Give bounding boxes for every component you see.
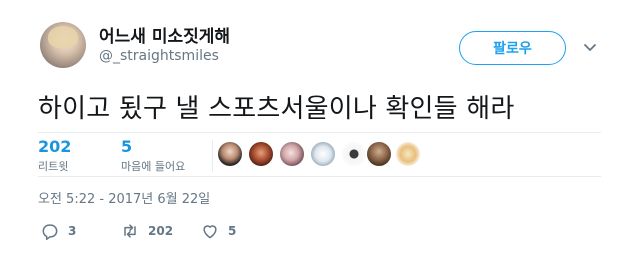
chevron-down-icon[interactable] bbox=[583, 40, 597, 54]
liker-avatar-4[interactable] bbox=[311, 142, 335, 166]
tweet-text: 하이고 됬구 낼 스포츠서울이나 확인들 해라 bbox=[38, 94, 515, 124]
likes-count[interactable]: 5 bbox=[121, 137, 185, 156]
profile-avatar[interactable] bbox=[40, 22, 86, 68]
heart-icon bbox=[203, 225, 217, 239]
divider-bottom bbox=[38, 176, 601, 177]
reply-count: 3 bbox=[68, 224, 77, 238]
follow-button[interactable]: 팔로우 bbox=[459, 31, 566, 65]
liker-avatar-7[interactable] bbox=[396, 142, 420, 166]
tweet-timestamp[interactable]: 오전 5:22 - 2017년 6월 22일 bbox=[38, 188, 210, 207]
liker-avatar-3[interactable] bbox=[280, 142, 304, 166]
retweet-button[interactable]: 202 bbox=[120, 221, 173, 241]
user-handle[interactable]: @_straightsmiles bbox=[99, 48, 219, 64]
liker-avatar-1[interactable] bbox=[218, 142, 242, 166]
reply-button[interactable]: 3 bbox=[40, 221, 76, 241]
stats-separator bbox=[212, 140, 213, 172]
likes-stat[interactable]: 5 마음에 들어요 bbox=[121, 137, 185, 174]
display-name[interactable]: 어느새 미소짓게해 bbox=[99, 22, 230, 47]
likes-label: 마음에 들어요 bbox=[121, 160, 186, 173]
liker-avatar-6[interactable] bbox=[367, 142, 391, 166]
liker-avatar-5[interactable] bbox=[342, 142, 366, 166]
reply-icon bbox=[42, 224, 58, 241]
retweet-icon bbox=[124, 224, 136, 238]
retweet-stat[interactable]: 202 리트윗 bbox=[38, 137, 71, 174]
retweet-count[interactable]: 202 bbox=[38, 137, 71, 156]
retweet-label: 리트윗 bbox=[38, 160, 69, 173]
divider-top bbox=[38, 132, 601, 133]
like-action-count: 5 bbox=[228, 224, 237, 238]
retweet-action-count: 202 bbox=[148, 224, 174, 238]
liker-avatar-2[interactable] bbox=[249, 142, 273, 166]
like-button[interactable]: 5 bbox=[200, 221, 236, 241]
